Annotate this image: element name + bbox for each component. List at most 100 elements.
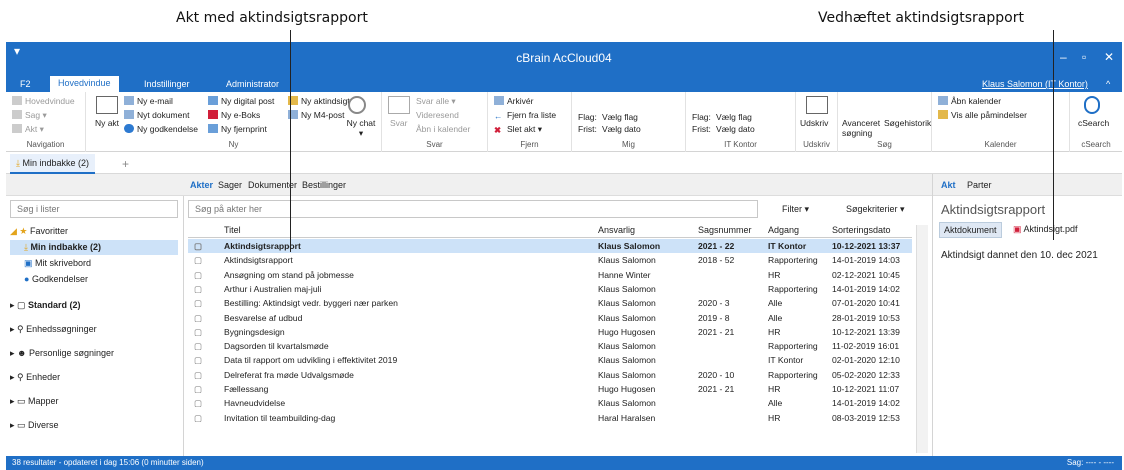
tree-godkendelser[interactable]: ● Godkendelser [10, 274, 88, 284]
table-cell: Data til rapport om udvikling i effektiv… [224, 355, 398, 366]
videresend-button[interactable]: Videresend [416, 110, 459, 120]
arkiver-button[interactable]: Arkivér [494, 96, 533, 106]
close-icon[interactable]: ✕ [1104, 50, 1114, 64]
tree-diverse[interactable]: ▸ ▭ Diverse [10, 420, 59, 431]
tab-bestillinger[interactable]: Bestillinger [302, 180, 346, 190]
vertical-scrollbar[interactable] [916, 225, 928, 453]
tree-enhedssogninger[interactable]: ▸ ⚲ Enhedssøgninger [10, 324, 97, 335]
table-row[interactable]: ▢ Delreferat fra møde Udvalgsmøde Klaus Sa… [188, 368, 912, 382]
status-case: Sag: ---- - ---- [1066, 458, 1114, 467]
table-row[interactable]: ▢ Bygningsdesign Hugo Hugosen 2021 - 21 HR 10… [188, 325, 912, 339]
table-cell: Fællessang [224, 384, 269, 394]
ny-fjernprint-button[interactable]: Ny fjernprint [208, 124, 267, 134]
tab-akt[interactable]: Akt [941, 180, 956, 190]
it-frist-select[interactable]: Vælg dato [716, 124, 755, 134]
table-row[interactable]: ▢ Aktindsigtsrapport Klaus Salomon 2021 - 2… [188, 239, 912, 254]
nyt-dokument-button[interactable]: Nyt dokument [124, 110, 189, 120]
table-row[interactable]: ▢ Dagsorden til kvartalsmøde Klaus Salomon… [188, 339, 912, 353]
collapse-ribbon-icon[interactable]: ^ [1098, 77, 1118, 92]
minimize-icon[interactable]: – [1060, 50, 1067, 64]
ny-akt-button[interactable]: Ny akt [94, 118, 120, 128]
svar-alle-button[interactable]: Svar alle ▾ [416, 96, 456, 107]
row-type-icon: ▢ [194, 312, 203, 323]
col-sorteringsdato[interactable]: Sorteringsdato [832, 225, 891, 235]
tree-standard[interactable]: ▸ ▢ Standard (2) [10, 300, 81, 311]
nav-sag[interactable]: Sag ▾ [12, 110, 47, 121]
tab-sager[interactable]: Sager [218, 180, 242, 190]
ny-aktindsigt-button[interactable]: Ny aktindsigt [288, 96, 350, 106]
akter-search-input[interactable]: Søg på akter her [188, 200, 758, 218]
vis-paamindelser-link[interactable]: Vis alle påmindelser [938, 110, 1027, 120]
filter-button[interactable]: Filter ▾ [782, 204, 809, 215]
col-titel[interactable]: Titel [224, 225, 241, 235]
printer-icon [806, 96, 828, 114]
mig-frist-select[interactable]: Vælg dato [602, 124, 641, 134]
tab-administrator[interactable]: Administrator [218, 77, 287, 92]
list-search-input[interactable]: Søg i lister [10, 200, 178, 218]
table-cell: Klaus Salomon [598, 369, 656, 380]
col-adgang[interactable]: Adgang [768, 225, 799, 235]
table-row[interactable]: ▢ Data til rapport om udvikling i effekti… [188, 353, 912, 367]
table-row[interactable]: ▢ Besvarelse af udbud Klaus Salomon 2019 - … [188, 311, 912, 325]
annotation-right: Vedhæftet aktindsigtsrapport [818, 10, 1024, 26]
app-menu-icon[interactable]: ▾ [14, 44, 20, 58]
table-row[interactable]: ▢ Aktindsigtsrapport Klaus Salomon 2018 - 5… [188, 253, 912, 267]
tree-min-indbakke[interactable]: ⤓ Min indbakke (2) [10, 240, 178, 255]
add-tab-icon[interactable]: + [122, 157, 129, 171]
ny-godkendelse-button[interactable]: Ny godkendelse [124, 124, 198, 134]
tree-enheder[interactable]: ▸ ⚲ Enheder [10, 372, 60, 383]
col-sagsnummer[interactable]: Sagsnummer [698, 225, 752, 235]
maximize-icon[interactable]: ▫ [1082, 50, 1086, 64]
table-row[interactable]: ▢ Invitation til teambuilding-dag Haral Ha… [188, 411, 912, 425]
ny-chat-button[interactable]: Ny chat ▾ [346, 118, 376, 139]
pdf-attachment-link[interactable]: ▣ Aktindsigt.pdf [1013, 224, 1078, 235]
mig-flag-select[interactable]: Vælg flag [602, 112, 638, 122]
table-cell: 2021 - 22 [698, 241, 735, 251]
eboks-icon [208, 110, 218, 119]
tab-parter[interactable]: Parter [967, 180, 992, 190]
aktdokument-tab[interactable]: Aktdokument [939, 222, 1002, 238]
sogehistorik-button[interactable]: Søgehistorik [884, 118, 931, 128]
tab-akter[interactable]: Akter [190, 180, 213, 190]
table-row[interactable]: ▢ Ansøgning om stand på jobmesse Hanne Win… [188, 268, 912, 282]
table-row[interactable]: ▢ Bestilling: Aktindsigt vedr. byggeri næ… [188, 296, 912, 310]
ny-eboks-button[interactable]: Ny e-Boks [208, 110, 260, 120]
table-cell: Hugo Hugosen [598, 384, 656, 394]
ny-email-button[interactable]: Ny e-mail [124, 96, 173, 106]
tab-min-indbakke[interactable]: ⤓ Min indbakke (2) [10, 154, 96, 174]
tree-personlige-sogninger[interactable]: ▸ ☻ Personlige søgninger [10, 348, 114, 359]
ny-digital-post-button[interactable]: Ny digital post [208, 96, 274, 106]
nav-hovedvindue[interactable]: Hovedvindue [12, 96, 75, 106]
udskriv-button[interactable]: Udskriv [800, 118, 828, 128]
table-cell: Klaus Salomon [598, 298, 656, 309]
table-row[interactable]: ▢ Fællessang Hugo Hugosen 2021 - 21 HR 10-12-… [188, 382, 912, 396]
table-cell: Rapportering [768, 369, 818, 380]
aabn-kalender-link[interactable]: Åbn kalender [938, 96, 1001, 106]
approval-icon [124, 124, 134, 133]
tree-mit-skrivebord[interactable]: ▣ Mit skrivebord [10, 258, 91, 269]
table-cell: Besvarelse af udbud [224, 312, 303, 323]
left-toolbar [6, 174, 184, 196]
avanceret-sogning-button[interactable]: Avanceret søgning [842, 118, 882, 138]
csearch-button[interactable]: cSearch [1078, 118, 1109, 128]
group-label: Svar [426, 140, 443, 149]
it-flag-select[interactable]: Vælg flag [716, 112, 752, 122]
table-row[interactable]: ▢ Arthur i Australien maj-juli Klaus Salom… [188, 282, 912, 296]
sogekriterier-button[interactable]: Søgekriterier ▾ [846, 204, 905, 215]
tab-f2[interactable]: F2 [12, 77, 39, 92]
tree-mapper[interactable]: ▸ ▭ Mapper [10, 396, 59, 407]
slet-akt-button[interactable]: ✖ Slet akt ▾ [494, 124, 542, 135]
tab-indstillinger[interactable]: Indstillinger [136, 77, 198, 92]
aabn-kalender-button[interactable]: Åbn i kalender [416, 124, 470, 134]
nav-akt[interactable]: Akt ▾ [12, 124, 44, 135]
svar-button[interactable]: Svar [390, 118, 407, 128]
table-cell: 2018 - 52 [698, 255, 735, 266]
fjern-fra-liste-button[interactable]: ← Fjern fra liste [494, 110, 556, 121]
tab-hovedvindue[interactable]: Hovedvindue [50, 76, 119, 92]
table-row[interactable]: ▢ Havneudvidelse Klaus Salomon Alle 14-01-20… [188, 396, 912, 410]
col-ansvarlig[interactable]: Ansvarlig [598, 225, 635, 235]
tree-favoritter[interactable]: ◢ ★ Favoritter [10, 226, 68, 237]
table-cell: Aktindsigtsrapport [224, 255, 293, 266]
ny-m4-post-button[interactable]: Ny M4-post [288, 110, 344, 120]
user-link[interactable]: Klaus Salomon (IT Kontor) [974, 77, 1096, 92]
